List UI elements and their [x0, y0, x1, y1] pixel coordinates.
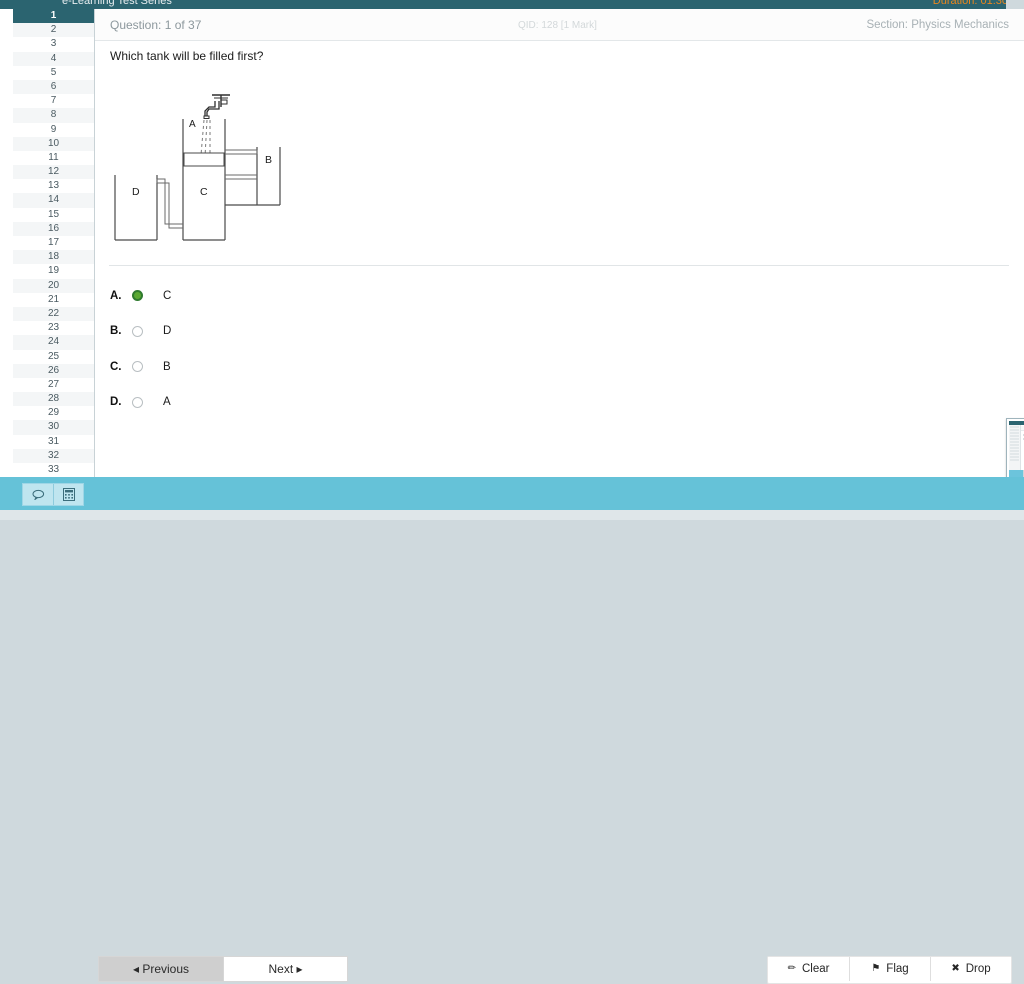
top-app-bar: e-Learning Test Series Duration: 01:30: [0, 0, 1024, 9]
navigation-button-group: ◂ Previous Next ▸: [98, 956, 348, 982]
question-counter: Question: 1 of 37: [110, 18, 202, 32]
question-number-29[interactable]: 29: [13, 406, 94, 421]
question-number-7[interactable]: 7: [13, 94, 94, 109]
question-number-4[interactable]: 4: [13, 51, 94, 66]
question-number-31[interactable]: 31: [13, 434, 94, 449]
question-number-33[interactable]: 33: [13, 463, 94, 477]
thumbnail-rail: [1009, 425, 1021, 471]
question-number-6[interactable]: 6: [13, 79, 94, 95]
drop-icon: ✖: [951, 963, 960, 974]
question-number-30[interactable]: 30: [13, 420, 94, 435]
question-number-1[interactable]: 1: [13, 9, 94, 24]
question-number-2[interactable]: 2: [13, 23, 94, 38]
question-number-27[interactable]: 27: [13, 377, 94, 393]
question-number-9[interactable]: 9: [13, 122, 94, 137]
bottom-toolbar: ◂ Previous Next ▸ ✏ Clear ⚑ Flag ✖ Drop: [0, 477, 1024, 984]
question-number-21[interactable]: 21: [13, 292, 94, 307]
exam-duration-label: Duration: 01:30: [932, 0, 1008, 7]
question-number-10[interactable]: 10: [13, 136, 94, 151]
question-number-rail[interactable]: 1 2 3 4 5 6 7 8 9 10 11 12 13 14 15 16 17 18 19 20 21 22 23 24 2…: [0, 9, 95, 477]
question-number-13[interactable]: 13: [13, 179, 94, 194]
clear-icon: ✏: [787, 963, 796, 974]
speech-bubble-icon: [32, 489, 44, 500]
question-number-22[interactable]: 22: [13, 306, 94, 322]
action-button-group: ✏ Clear ⚑ Flag ✖ Drop: [767, 956, 1012, 984]
question-panel: Question: 1 of 37 QID: 128 [1 Mark] Sect…: [95, 9, 1024, 482]
question-number-list[interactable]: 1 2 3 4 5 6 7 8 9 10 11 12 13 14 15 16 17 18 19 20 21 22 23 24 2…: [0, 9, 94, 477]
question-number-25[interactable]: 25: [13, 349, 94, 364]
question-stem: Which tank will be filled first?: [110, 49, 264, 63]
question-number-23[interactable]: 23: [13, 321, 94, 336]
clear-label: Clear: [801, 963, 830, 975]
tank-label-b: B: [265, 154, 272, 166]
option-letter: D.: [110, 396, 122, 409]
exam-app-window: e-Learning Test Series Duration: 01:30 1…: [0, 0, 1024, 984]
answer-option-d[interactable]: D. A: [110, 385, 610, 421]
tank-diagram-svg: A C B D: [114, 94, 281, 241]
question-header: Question: 1 of 37 QID: 128 [1 Mark] Sect…: [95, 9, 1024, 41]
calculator-icon: [62, 488, 75, 501]
question-number-15[interactable]: 15: [13, 207, 94, 222]
drop-label: Drop: [965, 963, 991, 975]
flag-button[interactable]: ⚑ Flag: [849, 957, 930, 981]
question-number-17[interactable]: 17: [13, 236, 94, 251]
app-brand-title: e-Learning Test Series: [62, 0, 172, 7]
question-id-label: QID: 128 [1 Mark]: [518, 20, 597, 31]
option-letter: C.: [110, 360, 122, 373]
option-letter: B.: [110, 325, 122, 338]
option-radio[interactable]: [132, 396, 143, 408]
option-text: C: [163, 289, 172, 302]
option-text: D: [163, 325, 172, 338]
question-number-12[interactable]: 12: [13, 165, 94, 180]
clear-button[interactable]: ✏ Clear: [768, 957, 849, 981]
tank-diagram-figure: A C B D: [110, 87, 310, 259]
question-number-24[interactable]: 24: [13, 335, 94, 350]
question-number-28[interactable]: 28: [13, 392, 94, 407]
question-number-8[interactable]: 8: [13, 108, 94, 123]
previous-button[interactable]: ◂ Previous: [98, 956, 223, 982]
tool-icon-group: [22, 483, 84, 506]
next-button[interactable]: Next ▸: [223, 956, 348, 982]
option-radio[interactable]: [132, 325, 143, 337]
answer-option-c[interactable]: C. B: [110, 349, 610, 385]
question-number-11[interactable]: 11: [13, 150, 94, 166]
question-number-19[interactable]: 19: [13, 264, 94, 279]
question-number-32[interactable]: 32: [13, 448, 94, 463]
option-letter: A.: [110, 289, 122, 302]
question-number-26[interactable]: 26: [13, 363, 94, 378]
flag-icon: ⚑: [871, 963, 881, 974]
stream-label-a: A: [189, 119, 196, 130]
page-thumbnail-preview[interactable]: [1006, 418, 1024, 482]
question-number-20[interactable]: 20: [13, 278, 94, 293]
option-radio[interactable]: [132, 361, 143, 373]
comment-button[interactable]: [23, 484, 53, 505]
answer-option-b[interactable]: B. D: [110, 314, 610, 350]
window-bottom-strip: [0, 510, 1024, 520]
option-text: B: [163, 360, 171, 373]
question-number-5[interactable]: 5: [13, 65, 94, 80]
water-stream: [200, 119, 211, 158]
option-radio[interactable]: [132, 290, 143, 302]
answer-option-a[interactable]: A. C: [110, 278, 610, 314]
answer-options-list[interactable]: A. C B. D C. B D. A: [110, 278, 610, 420]
question-number-18[interactable]: 18: [13, 250, 94, 265]
tank-label-c: C: [200, 186, 208, 198]
topbar-right-cap: [1006, 0, 1024, 9]
flag-label: Flag: [886, 963, 909, 975]
drop-button[interactable]: ✖ Drop: [930, 957, 1011, 981]
option-text: A: [163, 396, 171, 409]
tank-label-d: D: [132, 186, 140, 198]
content-divider: [109, 265, 1009, 266]
calculator-button[interactable]: [53, 484, 83, 505]
question-number-16[interactable]: 16: [13, 221, 94, 236]
section-label: Section: Physics Mechanics: [866, 19, 1009, 31]
question-number-14[interactable]: 14: [13, 193, 94, 208]
question-number-3[interactable]: 3: [13, 37, 94, 52]
